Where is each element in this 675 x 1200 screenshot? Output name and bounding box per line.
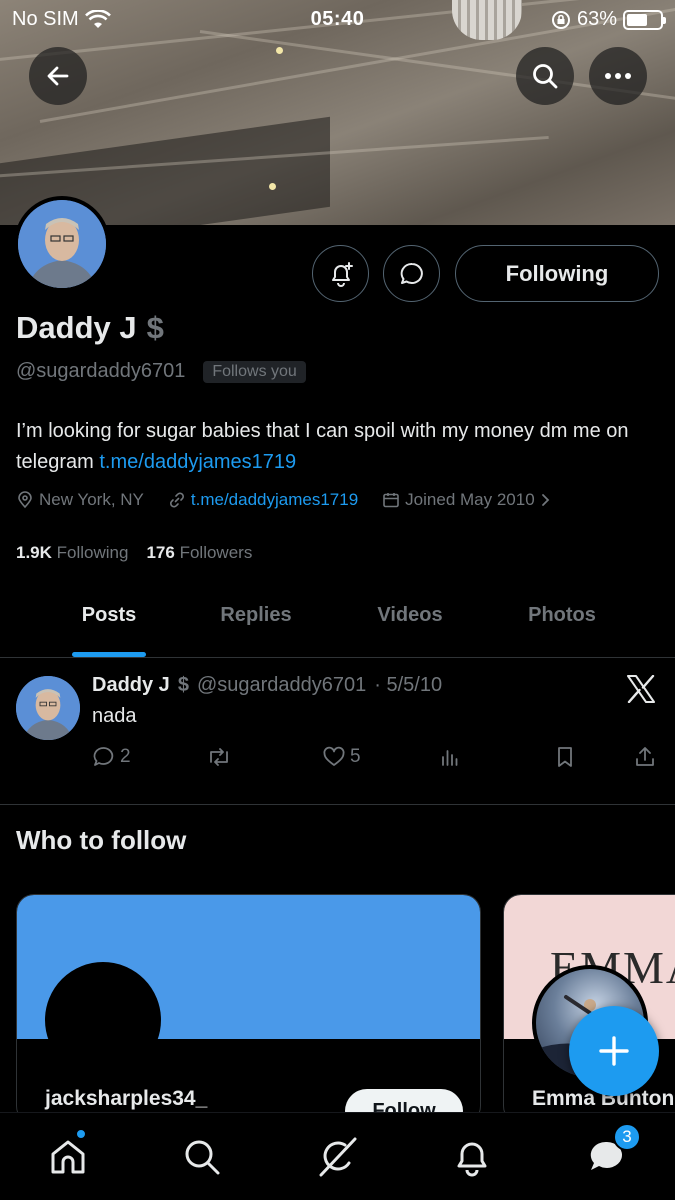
link-icon [168,491,186,509]
suggestion-name[interactable]: jacksharples34_ [45,1087,207,1111]
profile-name-row: Daddy J $ [16,310,164,346]
followers-label: Followers [179,543,253,562]
post-author-handle: @sugardaddy6701 [196,674,367,696]
nav-messages[interactable]: 3 [585,1123,641,1179]
repost-icon [206,745,232,769]
post-date: · 5/5/10 [374,674,443,696]
profile-meta: New York, NY t.me/daddyjames1719 Joined … [16,490,576,510]
following-count: 1.9K [16,543,52,562]
post-author-name[interactable]: Daddy J [92,674,170,697]
follows-you-badge: Follows you [203,360,306,383]
reply-button[interactable]: 2 [92,745,131,769]
post-actions: 2 5 [92,745,662,775]
location-item: New York, NY [16,490,144,510]
suggestion-card[interactable]: EMMA Emma Bunton [503,894,675,1124]
compose-plus-icon [597,1034,631,1068]
profile-handle: @sugardaddy6701 [16,360,186,382]
following-label: Following [56,543,129,562]
battery-icon [623,9,666,30]
followers-count-link[interactable]: 176 Followers [146,543,252,563]
nav-explore[interactable] [180,1135,224,1179]
nav-grok[interactable] [315,1135,359,1179]
tab-photos[interactable]: Photos [528,604,596,627]
dollar-badge-icon: $ [146,310,164,345]
post-dollar-badge-icon: $ [177,674,189,696]
like-count: 5 [350,746,361,767]
nav-notifications[interactable] [450,1135,494,1179]
profile-name: Daddy J [16,310,137,345]
profile-avatar[interactable] [14,196,110,292]
orientation-lock-icon [551,10,571,30]
more-button[interactable] [589,47,647,105]
message-icon [398,260,426,288]
messages-badge: 3 [613,1123,641,1151]
joined-item[interactable]: Joined May 2010 [382,490,551,510]
like-button[interactable]: 5 [322,745,361,769]
following-button[interactable]: Following [455,245,659,302]
suggestion-avatar[interactable] [45,962,161,1078]
bookmark-icon [553,745,577,769]
location-text: New York, NY [39,490,144,509]
post-item[interactable]: Daddy J $ @sugardaddy6701 · 5/5/10 nada … [0,659,675,805]
x-logo-icon [626,675,656,703]
bio-link[interactable]: t.me/daddyjames1719 [99,451,296,473]
battery-percent: 63% [576,8,617,30]
joined-text: Joined May 2010 [405,490,535,509]
tab-posts[interactable]: Posts [82,604,136,627]
location-icon [16,491,34,509]
following-count-link[interactable]: 1.9K Following [16,543,128,563]
views-button[interactable] [438,745,462,769]
post-avatar[interactable] [16,676,80,740]
home-icon [48,1137,88,1177]
chevron-right-icon [540,492,552,508]
calendar-icon [382,491,400,509]
tab-videos[interactable]: Videos [377,604,442,627]
who-to-follow-title: Who to follow [16,825,187,855]
active-tab-indicator [72,652,146,657]
like-icon [322,745,346,769]
views-icon [438,745,462,769]
post-header: Daddy J $ @sugardaddy6701 · 5/5/10 [92,674,442,697]
message-button[interactable] [383,245,440,302]
share-icon [633,745,657,769]
handle-row: @sugardaddy6701 Follows you [16,360,306,383]
compose-button[interactable] [569,1006,659,1096]
profile-tabs: Posts Replies Videos Photos [0,578,675,658]
post-text: nada [92,705,137,727]
grok-icon [315,1135,359,1179]
nav-home[interactable] [46,1129,90,1179]
profile-bio: I’m looking for sugar babies that I can … [16,416,656,478]
search-button[interactable] [516,47,574,105]
tab-replies[interactable]: Replies [220,604,291,627]
reply-icon [92,745,116,769]
follow-counts: 1.9K Following 176 Followers [16,543,252,563]
website-link[interactable]: t.me/daddyjames1719 [191,490,358,510]
back-button[interactable] [29,47,87,105]
followers-count: 176 [146,543,175,562]
bottom-nav: 3 [0,1112,675,1200]
search-icon [531,62,559,90]
bookmark-button[interactable] [553,745,577,769]
reply-count: 2 [120,746,131,767]
suggestion-card[interactable]: jacksharples34_ Follow [16,894,481,1124]
more-icon [604,72,632,80]
website-item[interactable]: t.me/daddyjames1719 [168,490,358,510]
bell-icon [452,1137,492,1177]
notification-subscribe-button[interactable] [312,245,369,302]
repost-button[interactable] [206,745,232,769]
explore-icon [182,1137,222,1177]
back-arrow-icon [45,63,71,89]
notification-add-icon [327,260,355,288]
home-notification-dot [76,1129,86,1139]
share-button[interactable] [633,745,657,769]
status-bar: No SIM 05:40 63% [0,0,675,40]
